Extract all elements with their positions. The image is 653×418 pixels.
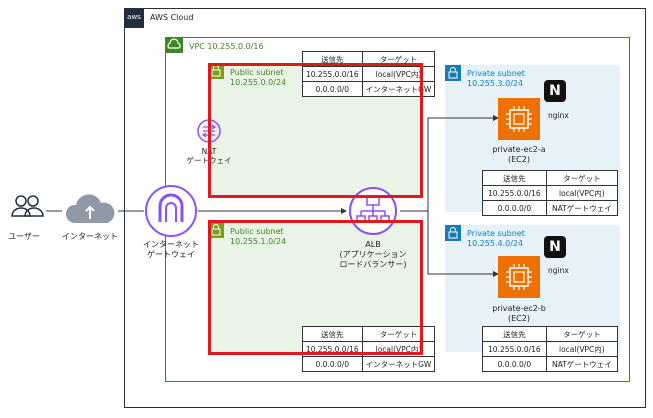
route-table-private-2: 送信先 ターゲット 10.255.0.0/16 local(VPC内) 0.0.0.… <box>482 326 619 372</box>
ec2-b-label-line1: private-ec2-b <box>492 304 546 313</box>
rt-cell: local(VPC内) <box>545 185 619 201</box>
ec2-a-label-line1: private-ec2-a <box>492 145 546 154</box>
igw-label-line2: ゲートウェイ <box>147 250 195 259</box>
rt-cell: 0.0.0.0/0 <box>482 200 547 216</box>
rt-cell: 0.0.0.0/0 <box>482 356 547 372</box>
rt-header: 送信先 <box>482 170 547 186</box>
rt-header: 送信先 <box>482 326 547 342</box>
internet-label: インターネット <box>62 232 118 241</box>
rt-cell: インターネットGW <box>361 356 436 372</box>
route-table-private-1: 送信先 ターゲット 10.255.0.0/16 local(VPC内) 0.0.0.… <box>482 170 619 216</box>
nginx-label: nginx <box>548 266 569 275</box>
user-label: ユーザー <box>8 232 40 241</box>
rt-cell: NATゲートウェイ <box>545 356 619 372</box>
ec2-a-label-line2: (EC2) <box>508 155 530 164</box>
internet-cloud-icon <box>65 194 115 223</box>
highlight-box-public-subnet-1 <box>208 63 423 198</box>
nginx-logo-icon: N <box>544 236 566 258</box>
highlight-box-public-subnet-2 <box>208 220 423 355</box>
rt-cell: 10.255.0.0/16 <box>482 185 547 201</box>
rt-cell: 0.0.0.0/0 <box>302 356 363 372</box>
ec2-instance-b-icon <box>498 256 540 298</box>
rt-cell: NATゲートウェイ <box>545 200 619 216</box>
igw-label-line1: インターネット <box>143 240 199 249</box>
nginx-logo-icon: N <box>544 80 566 102</box>
rt-header: ターゲット <box>545 326 619 342</box>
users-icon <box>11 195 44 217</box>
rt-cell: local(VPC内) <box>545 341 619 357</box>
ec2-instance-a-icon <box>498 98 540 140</box>
ec2-b-label-line2: (EC2) <box>508 314 530 323</box>
internet-gateway-icon <box>145 185 197 237</box>
rt-header: ターゲット <box>545 170 619 186</box>
rt-cell: 10.255.0.0/16 <box>482 341 547 357</box>
nginx-label: nginx <box>548 111 569 120</box>
